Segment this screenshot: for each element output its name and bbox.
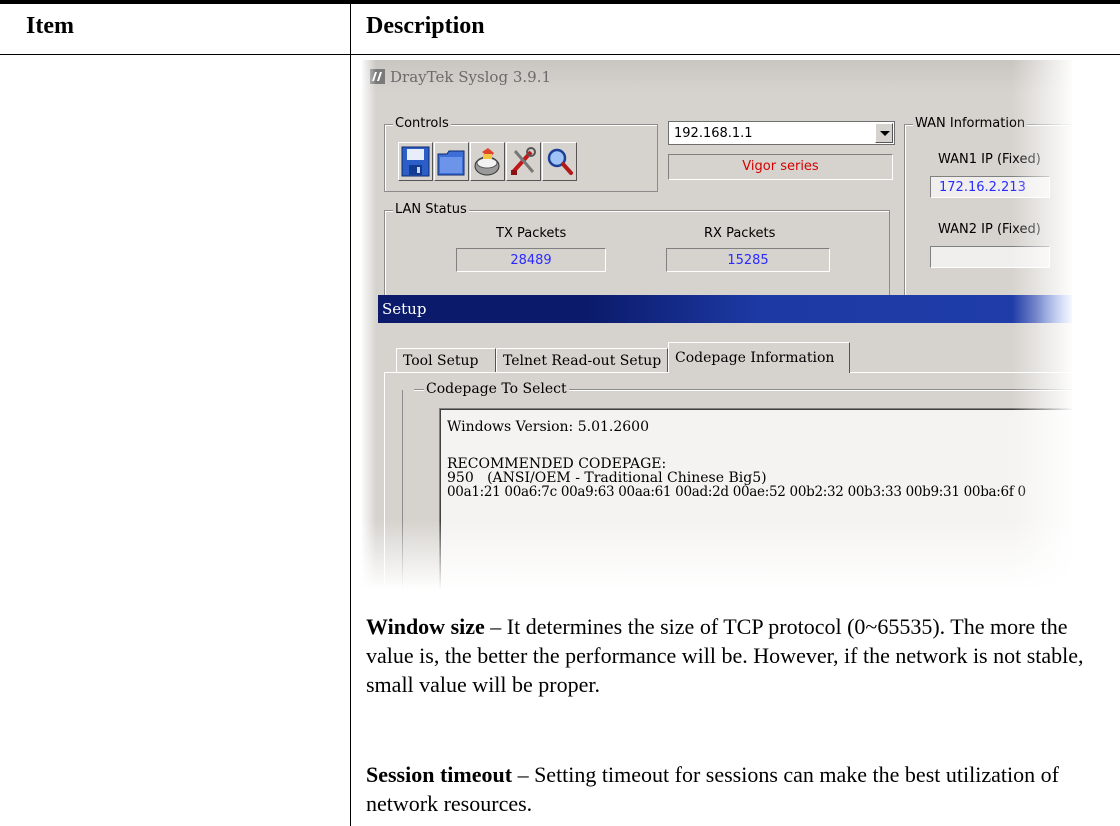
settings-tools-icon: [511, 147, 536, 175]
tab-codepage-information[interactable]: Codepage Information: [668, 342, 850, 373]
router-model-field: Vigor series: [668, 154, 893, 180]
router-ip-value: 192.168.1.1: [674, 126, 753, 141]
window-size-term: Window size: [366, 614, 485, 639]
wan-info-label: WAN Information: [913, 116, 1028, 131]
lan-status-label: LAN Status: [393, 202, 469, 217]
codepage-group-label: Codepage To Select: [424, 381, 569, 397]
search-icon: [547, 148, 573, 175]
tab-telnet-readout-setup-label: Telnet Read-out Setup: [503, 353, 662, 369]
codepage-map-line: 00a1:21 00a6:7c 00a9:63 00aa:61 00ad:2d …: [447, 484, 1026, 500]
wan1-ip-value: 172.16.2.213: [939, 180, 1026, 195]
save-button[interactable]: [398, 142, 433, 181]
setup-title: Setup: [382, 300, 427, 318]
wan1-label: WAN1 IP (Fixed): [938, 152, 1041, 167]
window-size-paragraph: Window size – It determines the size of …: [366, 612, 1086, 699]
save-icon: [401, 146, 430, 177]
syslog-screenshot: DrayTek Syslog 3.9.1 Controls 192.168.1.…: [362, 60, 1072, 590]
clear-log-button[interactable]: [470, 142, 505, 181]
tab-codepage-information-label: Codepage Information: [675, 350, 835, 366]
header-item: Item: [26, 13, 74, 39]
wan-info-group: WAN Information: [904, 116, 1072, 296]
windows-version-line: Windows Version: 5.01.2600: [447, 419, 649, 435]
window-title: DrayTek Syslog 3.9.1: [390, 68, 552, 86]
rx-packets-label: RX Packets: [704, 226, 776, 241]
header-bottom-rule: [0, 54, 1120, 55]
chevron-down-icon[interactable]: [875, 123, 893, 143]
tab-tool-setup[interactable]: Tool Setup: [396, 348, 496, 372]
setup-title-bar: Setup: [378, 295, 1072, 323]
tab-tool-setup-label: Tool Setup: [403, 353, 479, 369]
app-icon: [370, 69, 385, 84]
tab-telnet-readout-setup[interactable]: Telnet Read-out Setup: [496, 348, 668, 372]
codepage-info-box[interactable]: Windows Version: 5.01.2600 RECOMMENDED C…: [440, 409, 1072, 590]
search-button[interactable]: [542, 142, 577, 181]
tx-packets-value: 28489: [510, 253, 552, 268]
router-model-value: Vigor series: [742, 159, 819, 174]
open-folder-icon: [437, 150, 465, 176]
column-divider: [350, 0, 351, 826]
tx-packets-field: 28489: [456, 248, 606, 272]
rx-packets-value: 15285: [727, 253, 769, 268]
wan2-ip-field: [930, 246, 1050, 268]
router-ip-select[interactable]: 192.168.1.1: [668, 121, 895, 145]
left-fade: [362, 60, 376, 590]
controls-label: Controls: [393, 116, 451, 131]
settings-button[interactable]: [506, 142, 541, 181]
wan1-ip-field: 172.16.2.213: [930, 176, 1050, 198]
session-timeout-term: Session timeout: [366, 762, 513, 787]
open-button[interactable]: [434, 142, 469, 181]
rx-packets-field: 15285: [666, 248, 830, 272]
session-timeout-paragraph: Session timeout – Setting timeout for se…: [366, 760, 1086, 818]
wan2-label: WAN2 IP (Fixed): [938, 222, 1041, 237]
title-bar: DrayTek Syslog 3.9.1: [362, 60, 1072, 92]
tx-packets-label: TX Packets: [496, 226, 567, 241]
header-description: Description: [366, 13, 485, 39]
clear-log-icon: [474, 148, 500, 176]
table-top-rule: [0, 0, 1120, 4]
